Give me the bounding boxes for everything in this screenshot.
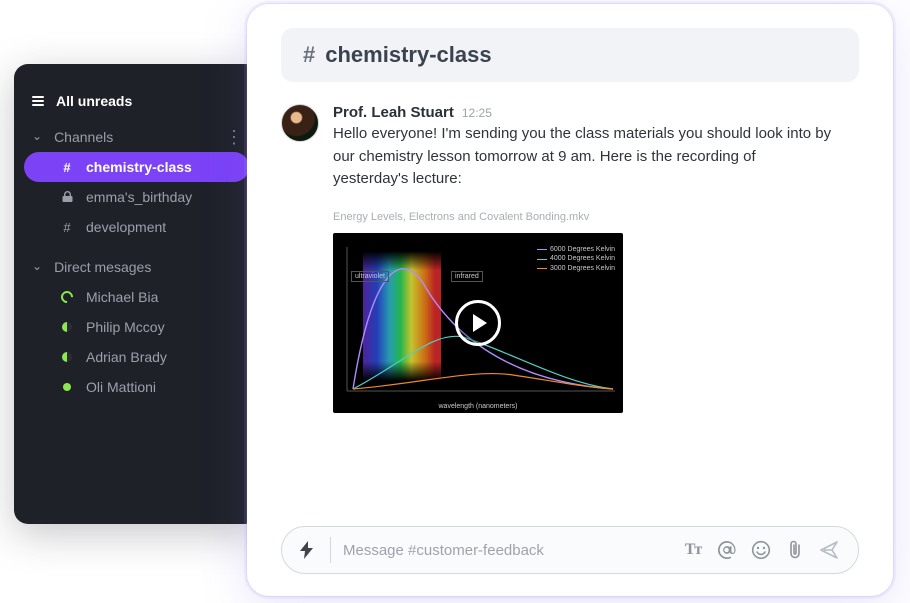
all-unreads-row[interactable]: All unreads [14, 86, 259, 116]
send-icon[interactable] [818, 539, 840, 561]
channels-label: Channels [54, 129, 113, 145]
message: Prof. Leah Stuart 12:25 Hello everyone! … [281, 104, 859, 191]
message-author[interactable]: Prof. Leah Stuart [333, 104, 454, 121]
hash-icon: # [60, 220, 74, 235]
divider [330, 537, 331, 563]
presence-online-icon [60, 383, 74, 391]
hash-icon: # [303, 42, 315, 68]
channels-more-icon[interactable]: ⋮ [225, 128, 243, 146]
dm-item-oli-mattioni[interactable]: Oli Mattioni [24, 372, 249, 402]
dm-item-michael-bia[interactable]: Michael Bia [24, 282, 249, 312]
channel-item-emmas-birthday[interactable]: emma's_birthday [24, 182, 249, 212]
play-button[interactable] [455, 300, 501, 346]
message-time: 12:25 [462, 106, 492, 120]
dm-label: Oli Mattioni [86, 379, 231, 395]
channel-label: development [86, 219, 231, 235]
channel-label: chemistry-class [86, 159, 231, 175]
dm-label: Direct mesages [54, 259, 151, 275]
video-attachment[interactable]: ultraviolet infrared 6000 Degrees Kelvin… [333, 233, 623, 413]
presence-ring-icon [60, 291, 74, 303]
attachment-icon[interactable] [784, 539, 806, 561]
dm-label: Philip Mccoy [86, 319, 231, 335]
label-ultraviolet: ultraviolet [351, 271, 389, 282]
chat-panel: # chemistry-class Prof. Leah Stuart 12:2… [247, 4, 893, 596]
all-unreads-label: All unreads [56, 93, 132, 109]
dm-label: Michael Bia [86, 289, 231, 305]
dm-item-adrian-brady[interactable]: Adrian Brady [24, 342, 249, 372]
chevron-down-icon: ⌄ [32, 129, 42, 143]
presence-half-icon [60, 352, 74, 362]
sidebar: All unreads ⌄ Channels ⋮ # chemistry-cla… [14, 64, 259, 524]
lock-icon [60, 191, 74, 203]
video-legend: 6000 Degrees Kelvin 4000 Degrees Kelvin … [537, 245, 615, 274]
attachment-filename[interactable]: Energy Levels, Electrons and Covalent Bo… [333, 211, 859, 223]
label-xaxis: wavelength (nanometers) [333, 403, 623, 410]
channel-label: emma's_birthday [86, 189, 231, 205]
message-input[interactable] [343, 542, 670, 559]
dm-item-philip-mccoy[interactable]: Philip Mccoy [24, 312, 249, 342]
avatar[interactable] [281, 104, 319, 142]
lightning-icon[interactable] [296, 539, 318, 561]
chevron-down-icon: ⌄ [32, 259, 42, 273]
channel-header: # chemistry-class [281, 28, 859, 82]
message-text: Hello everyone! I'm sending you the clas… [333, 123, 833, 191]
channel-item-development[interactable]: # development [24, 212, 249, 242]
message-composer: Tт [281, 526, 859, 574]
hash-icon: # [60, 160, 74, 175]
mention-icon[interactable] [716, 539, 738, 561]
presence-half-icon [60, 322, 74, 332]
channel-name: chemistry-class [325, 42, 491, 68]
emoji-icon[interactable] [750, 539, 772, 561]
label-infrared: infrared [451, 271, 483, 282]
channels-group-header[interactable]: ⌄ Channels ⋮ [14, 122, 259, 152]
list-icon [32, 96, 44, 106]
dm-group-header[interactable]: ⌄ Direct mesages [14, 252, 259, 282]
channel-item-chemistry-class[interactable]: # chemistry-class [24, 152, 249, 182]
dm-label: Adrian Brady [86, 349, 231, 365]
format-icon[interactable]: Tт [682, 539, 704, 561]
